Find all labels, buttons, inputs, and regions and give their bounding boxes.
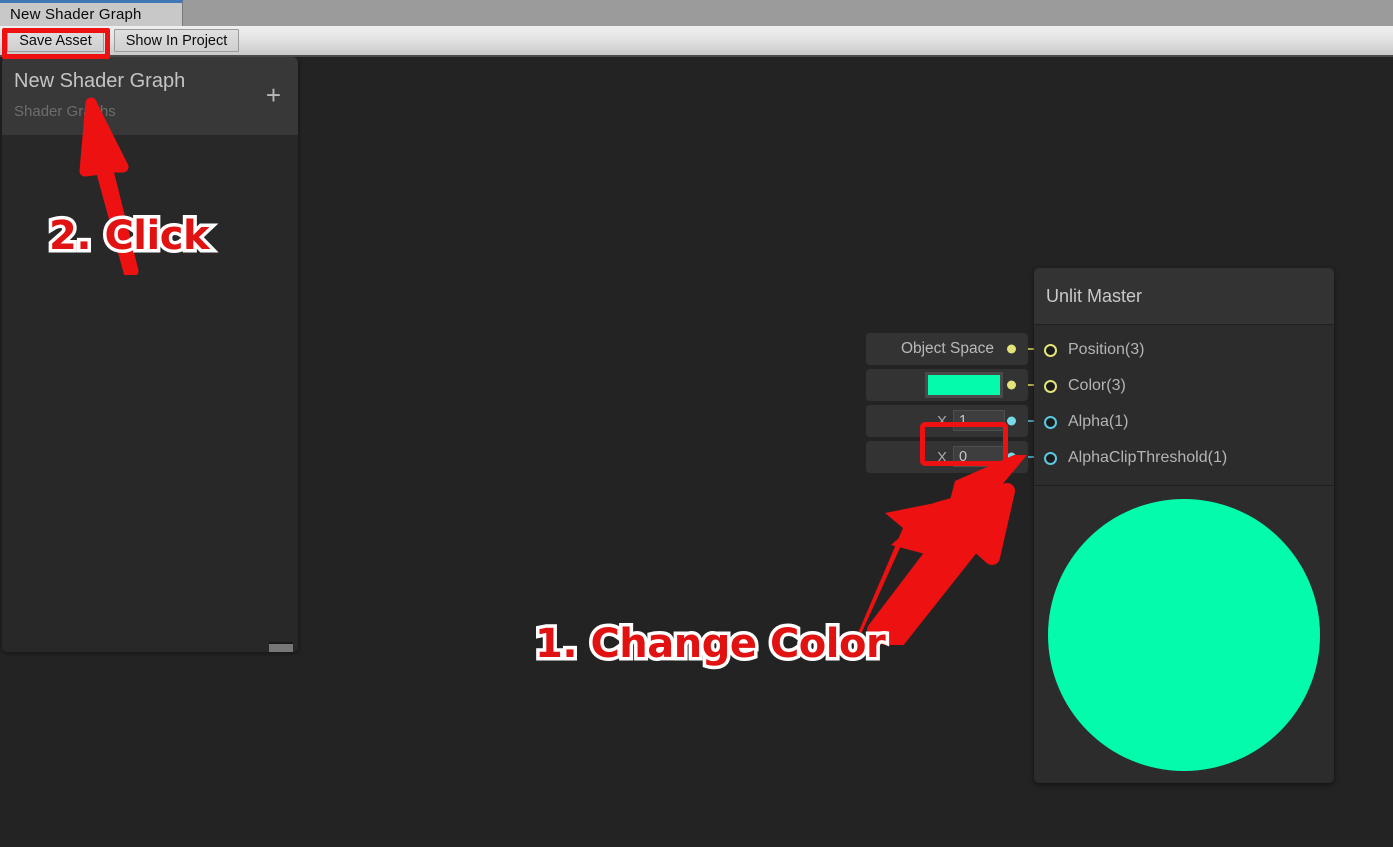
alpha-input-port[interactable] bbox=[1044, 415, 1057, 429]
editor-chrome: New Shader Graph Save Asset Show In Proj… bbox=[0, 0, 1393, 57]
save-asset-label: Save Asset bbox=[19, 32, 92, 49]
blackboard-body bbox=[2, 135, 298, 652]
blackboard-title: New Shader Graph bbox=[14, 70, 186, 92]
input-slot-stack: Object Space X 1 X 0 bbox=[866, 333, 1052, 477]
show-in-project-button[interactable]: Show In Project bbox=[114, 29, 239, 52]
show-in-project-label: Show In Project bbox=[125, 32, 228, 49]
alpha-clip-slot-label: AlphaClipThreshold(1) bbox=[1068, 449, 1228, 466]
master-node-header[interactable]: Unlit Master bbox=[1034, 268, 1334, 325]
color-slot-label: Color(3) bbox=[1068, 377, 1126, 394]
blackboard-resize-handle[interactable] bbox=[269, 642, 293, 652]
blackboard-panel[interactable]: New Shader Graph Shader Graphs + bbox=[2, 57, 298, 652]
slot-position[interactable]: Position(3) bbox=[1034, 332, 1334, 368]
alpha-clip-input-row[interactable]: X 0 bbox=[866, 441, 1052, 473]
arrow-change-color bbox=[855, 455, 1027, 645]
alpha-clip-output-port[interactable] bbox=[1007, 452, 1016, 462]
toolbar: Save Asset Show In Project bbox=[0, 26, 1393, 57]
tab-new-shader-graph[interactable]: New Shader Graph bbox=[0, 0, 183, 26]
position-input-port[interactable] bbox=[1044, 343, 1057, 357]
color-input-row[interactable] bbox=[866, 369, 1052, 401]
position-slot-label: Position(3) bbox=[1068, 341, 1145, 358]
space-dropdown-row[interactable]: Object Space bbox=[866, 333, 1052, 365]
alpha-output-port[interactable] bbox=[1007, 416, 1016, 426]
tab-label: New Shader Graph bbox=[10, 6, 142, 23]
position-output-port[interactable] bbox=[1007, 344, 1016, 354]
tab-strip: New Shader Graph bbox=[0, 0, 1393, 26]
color-swatch[interactable] bbox=[928, 375, 1000, 395]
blackboard-header: New Shader Graph Shader Graphs + bbox=[2, 57, 298, 135]
blackboard-subtitle: Shader Graphs bbox=[14, 103, 116, 120]
alpha-clip-axis-label: X bbox=[937, 448, 948, 466]
master-node-title: Unlit Master bbox=[1046, 285, 1143, 306]
unlit-master-node[interactable]: Unlit Master Position(3) Color(3) Alpha(… bbox=[1034, 268, 1334, 783]
alpha-input-row[interactable]: X 1 bbox=[866, 405, 1052, 437]
slot-alpha[interactable]: Alpha(1) bbox=[1034, 404, 1334, 440]
annotation-step-1: 1. Change Color bbox=[531, 618, 889, 671]
graph-canvas[interactable]: New Shader Graph Shader Graphs + Object … bbox=[0, 57, 1393, 847]
add-property-button[interactable]: + bbox=[266, 82, 281, 108]
alpha-slot-label: Alpha(1) bbox=[1068, 413, 1129, 430]
master-node-slots: Position(3) Color(3) Alpha(1) AlphaClipT… bbox=[1034, 325, 1334, 486]
slot-alpha-clip-threshold[interactable]: AlphaClipThreshold(1) bbox=[1034, 440, 1334, 476]
shader-graph-window: New Shader Graph Save Asset Show In Proj… bbox=[0, 0, 1393, 847]
color-output-port[interactable] bbox=[1007, 380, 1016, 390]
preview-sphere bbox=[1048, 498, 1320, 771]
save-asset-button[interactable]: Save Asset bbox=[7, 29, 104, 52]
alpha-clip-value-field[interactable]: 0 bbox=[953, 446, 1005, 467]
space-dropdown-label: Object Space bbox=[900, 340, 994, 357]
color-swatch-frame[interactable] bbox=[925, 372, 1003, 398]
color-input-port[interactable] bbox=[1044, 379, 1057, 393]
alpha-clip-input-port[interactable] bbox=[1044, 451, 1057, 465]
alpha-axis-label: X bbox=[937, 412, 948, 430]
slot-color[interactable]: Color(3) bbox=[1034, 368, 1334, 404]
alpha-value-field[interactable]: 1 bbox=[953, 410, 1005, 431]
master-node-preview[interactable] bbox=[1034, 486, 1334, 783]
